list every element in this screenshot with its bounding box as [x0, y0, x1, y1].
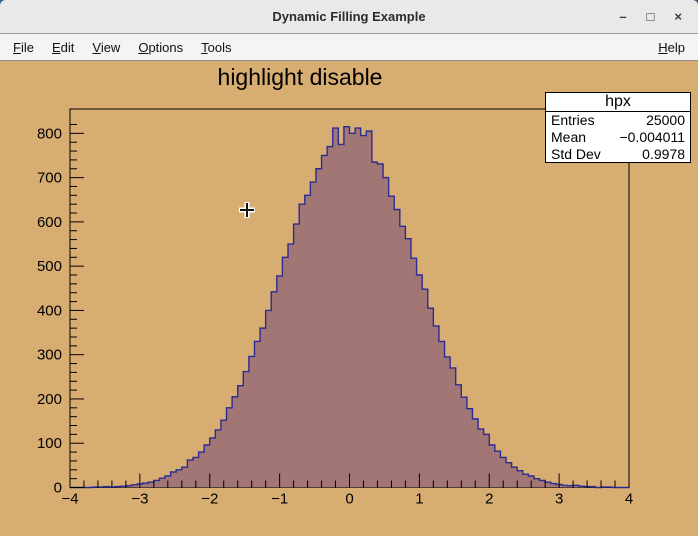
minimize-icon[interactable]: –	[619, 10, 626, 23]
stats-value-mean: −0.004011	[619, 129, 685, 145]
menu-item-options[interactable]: Options	[129, 40, 192, 55]
stats-value-entries: 25000	[646, 112, 685, 128]
x-tick-label: −1	[271, 491, 288, 508]
menubar: File Edit View Options Tools Help	[0, 34, 698, 61]
x-tick-label: 0	[345, 491, 353, 508]
y-tick-label: 100	[37, 435, 62, 452]
y-tick-label: 800	[37, 125, 62, 142]
x-tick-label: −2	[201, 491, 218, 508]
close-icon[interactable]: ×	[674, 10, 682, 23]
titlebar[interactable]: Dynamic Filling Example – □ ×	[0, 0, 698, 34]
menu-item-edit[interactable]: Edit	[43, 40, 83, 55]
plot-title: highlight disable	[218, 64, 383, 91]
histogram-hpx[interactable]	[70, 127, 629, 488]
cross-cursor-icon	[239, 202, 255, 218]
window-controls: – □ ×	[619, 10, 698, 23]
maximize-icon[interactable]: □	[647, 10, 655, 23]
y-tick-label: 600	[37, 214, 62, 231]
x-tick-label: 3	[555, 491, 563, 508]
stats-label-entries: Entries	[551, 112, 595, 128]
stats-label-stddev: Std Dev	[551, 146, 601, 162]
stats-label-mean: Mean	[551, 129, 586, 145]
x-tick-label: −3	[131, 491, 148, 508]
stats-title: hpx	[546, 93, 690, 112]
app-window: Dynamic Filling Example – □ × File Edit …	[0, 0, 698, 536]
stats-row-mean: Mean −0.004011	[546, 129, 690, 146]
menu-item-view[interactable]: View	[83, 40, 129, 55]
x-tick-label: 1	[415, 491, 423, 508]
x-tick-label: −4	[61, 491, 78, 508]
y-tick-label: 300	[37, 347, 62, 364]
y-tick-label: 700	[37, 170, 62, 187]
y-tick-label: 200	[37, 391, 62, 408]
stats-value-stddev: 0.9978	[642, 146, 685, 162]
x-tick-label: 4	[625, 491, 633, 508]
root-canvas[interactable]: −4 −3 −2 −1 0 1 2 3 4 0 100 200 300 400 500 600 700 800 h…	[0, 61, 698, 536]
stats-row-entries: Entries 25000	[546, 112, 690, 129]
window-title: Dynamic Filling Example	[272, 9, 425, 24]
y-tick-label: 500	[37, 258, 62, 275]
y-tick-label: 0	[54, 480, 62, 497]
menu-item-help[interactable]: Help	[649, 40, 694, 55]
stats-box[interactable]: hpx Entries 25000 Mean −0.004011 Std Dev…	[545, 92, 691, 163]
x-tick-label: 2	[485, 491, 493, 508]
y-tick-label: 400	[37, 302, 62, 319]
stats-row-stddev: Std Dev 0.9978	[546, 145, 690, 162]
menu-item-file[interactable]: File	[4, 40, 43, 55]
menu-item-tools[interactable]: Tools	[192, 40, 240, 55]
